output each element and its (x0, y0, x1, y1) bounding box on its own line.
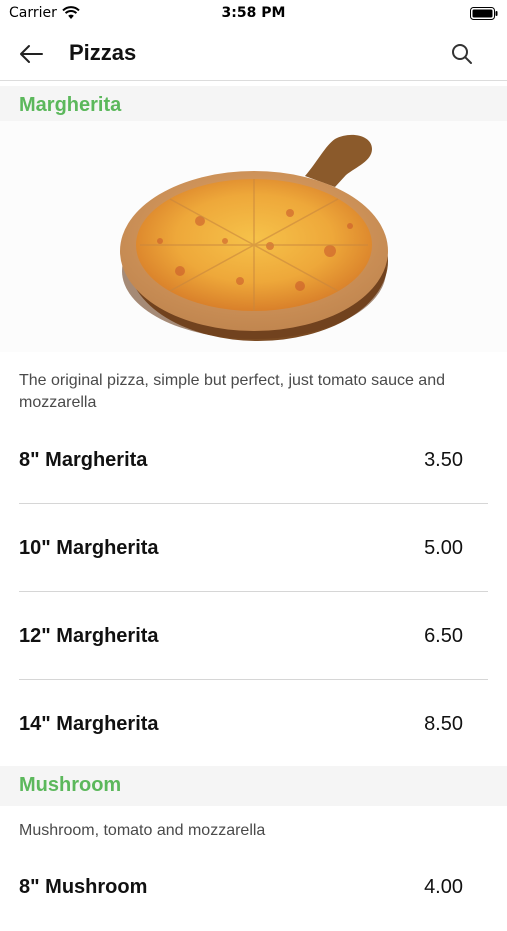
item-price: 5.00 (424, 537, 463, 559)
battery-icon (470, 7, 498, 20)
margherita-pizza-image (0, 121, 507, 352)
menu-item-row[interactable]: 12" Margherita 6.50 (0, 592, 507, 680)
menu-item-row[interactable]: 14" Margherita 8.50 (0, 680, 507, 768)
menu-item-row[interactable]: 10" Margherita 5.00 (0, 504, 507, 592)
section-description: Mushroom, tomato and mozzarella (19, 822, 266, 839)
item-name: 8" Mushroom (19, 876, 148, 898)
nav-bar: Pizzas (0, 28, 507, 81)
item-name: 14" Margherita (19, 713, 159, 735)
menu-item-row[interactable]: 8" Margherita 3.50 (0, 416, 507, 504)
menu-item-row[interactable]: 8" Mushroom 4.00 (0, 843, 507, 931)
item-price: 8.50 (424, 713, 463, 735)
pizza-illustration (120, 134, 388, 341)
page-title: Pizzas (69, 40, 137, 65)
item-name: 12" Margherita (19, 625, 159, 647)
item-price: 6.50 (424, 625, 463, 647)
arrow-left-icon[interactable] (18, 41, 44, 67)
search-icon[interactable] (450, 42, 474, 66)
item-price: 3.50 (424, 449, 463, 471)
section-title: Margherita (19, 94, 122, 116)
item-price: 4.00 (424, 876, 463, 898)
section-title: Mushroom (19, 774, 122, 796)
item-name: 8" Margherita (19, 449, 148, 471)
section-header-margherita: Margherita (0, 86, 507, 126)
section-description: The original pizza, simple but perfect, … (19, 372, 445, 411)
status-bar: Carrier 3:58 PM (0, 0, 507, 28)
item-name: 10" Margherita (19, 537, 159, 559)
clock-time: 3:58 PM (221, 5, 286, 21)
section-header-mushroom: Mushroom (0, 766, 507, 806)
